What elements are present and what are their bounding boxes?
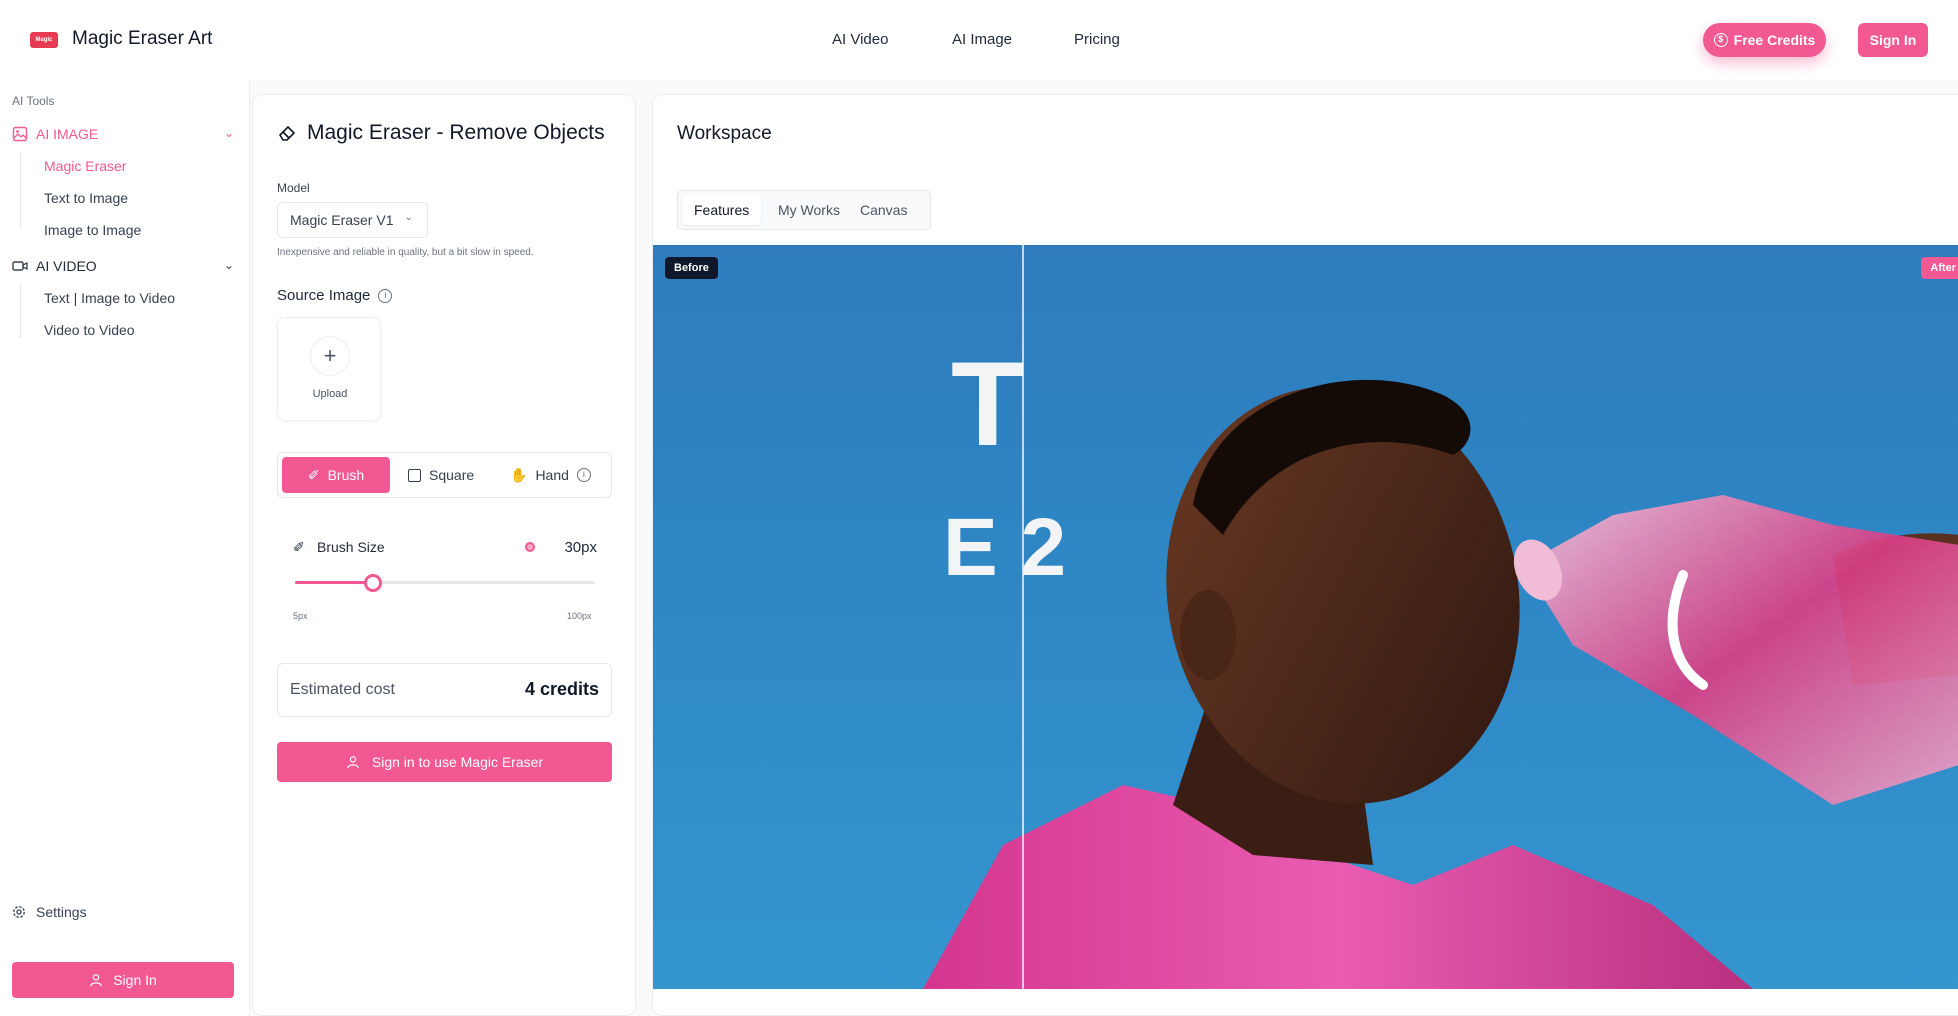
sidebar-item-image-to-image[interactable]: Image to Image [44,222,141,238]
image-icon [12,126,28,142]
square-tool-button[interactable]: Square [408,457,474,493]
comparison-divider[interactable] [1022,245,1024,989]
sign-in-to-use-button[interactable]: Sign in to use Magic Eraser [277,742,612,782]
nav-pricing[interactable]: Pricing [1074,31,1120,48]
tab-my-works[interactable]: My Works [766,195,852,225]
coin-icon: $ [1713,33,1728,47]
user-icon [347,756,359,769]
source-image-label: Source Image i [277,287,393,304]
upload-label: Upload [312,388,348,400]
overlay-letters: E 2 [943,502,1066,593]
brush-size-value: 30px [564,539,597,556]
user-icon [90,974,103,987]
model-hint: Inexpensive and reliable in quality, but… [277,247,534,258]
sidebar-section-label: AI Tools [12,94,55,108]
brand-name[interactable]: Magic Eraser Art [72,28,212,50]
slider-fill [295,581,373,584]
model-select-value: Magic Eraser V1 [290,212,394,228]
sign-in-label: Sign In [113,972,157,988]
tree-line [20,284,21,338]
brush-size-icon: ✐ [293,539,305,555]
overlay-letter: T [951,337,1024,471]
chevron-down-icon[interactable]: ⌄ [224,126,234,140]
upload-dropzone[interactable]: + Upload [277,317,381,421]
sidebar-item-video-to-video[interactable]: Video to Video [44,322,135,338]
slider-handle[interactable] [364,574,382,592]
workspace-panel: Workspace Features My Works Canvas T E 2… [652,94,1958,1016]
brush-min-label: 5px [293,611,308,621]
before-badge: Before [665,257,718,279]
tab-features[interactable]: Features [682,195,762,225]
hand-icon: ✋ [510,466,528,483]
chevron-down-icon: ⌄ [404,212,413,223]
sidebar-group-ai-image[interactable]: AI IMAGE ⌄ [12,122,234,146]
eraser-icon [279,126,295,141]
info-icon[interactable]: i [378,288,393,303]
tree-line [20,152,21,228]
brush-size-slider[interactable] [295,581,595,584]
free-credits-button[interactable]: $ Free Credits [1703,23,1826,57]
brush-size-label: Brush Size [317,539,385,555]
settings-label: Settings [36,904,87,920]
sidebar: AI Tools AI IMAGE ⌄ Magic Eraser Text to… [0,80,250,1016]
video-icon [12,261,28,271]
estimated-cost-value: 4 credits [524,679,599,699]
brush-preview-dot [525,542,535,552]
after-badge: After [1921,257,1958,279]
sidebar-sign-in-button[interactable]: Sign In [12,962,234,998]
nav-ai-video[interactable]: AI Video [832,31,888,48]
sidebar-group-label: AI VIDEO [36,258,97,274]
plus-icon: + [310,336,350,376]
tab-canvas[interactable]: Canvas [848,195,919,225]
brush-tool-button[interactable]: ✐ Brush [282,457,390,493]
logo-icon[interactable]: Magic [30,32,58,48]
settings-link[interactable]: Settings [12,904,87,920]
nav-ai-image[interactable]: AI Image [952,31,1012,48]
model-label: Model [277,181,310,195]
panel-title-text: Magic Eraser - Remove Objects [307,121,605,144]
sign-in-button[interactable]: Sign In [1858,23,1928,57]
sidebar-group-label: AI IMAGE [36,126,99,142]
comparison-image: T E 2 [923,337,1958,989]
info-icon[interactable]: i [576,468,591,482]
brush-max-label: 100px [567,611,592,621]
tool-selector: ✐ Brush Square ✋ Hand i [277,452,612,498]
square-tool-label: Square [429,467,475,483]
brush-tool-label: Brush [327,467,365,483]
estimated-cost-label: Estimated cost [290,681,395,698]
gear-icon [13,906,25,918]
tool-panel: Magic Eraser - Remove Objects Model Magi… [252,94,636,1016]
hand-tool-button[interactable]: ✋ Hand i [510,457,591,493]
brush-icon: ✐ [307,466,320,483]
source-image-text: Source Image [277,287,371,304]
workspace-title: Workspace [677,123,772,144]
before-after-canvas[interactable]: T E 2 Before After [653,245,1958,989]
panel-title: Magic Eraser - Remove Objects [277,121,605,145]
square-icon [408,468,421,482]
top-header: Magic Magic Eraser Art AI Video AI Image… [0,0,1958,80]
sidebar-item-text-to-image[interactable]: Text to Image [44,190,128,206]
cta-label: Sign in to use Magic Eraser [371,754,544,770]
chevron-down-icon[interactable]: ⌄ [224,258,234,272]
estimated-cost-box: Estimated cost 4 credits [277,663,612,717]
model-select[interactable]: Magic Eraser V1 ⌄ [277,202,428,238]
sidebar-item-text-image-to-video[interactable]: Text | Image to Video [44,290,175,306]
sidebar-group-ai-video[interactable]: AI VIDEO ⌄ [12,254,234,278]
free-credits-label: Free Credits [1733,32,1816,48]
sidebar-item-magic-eraser[interactable]: Magic Eraser [44,158,126,174]
workspace-tabs: Features My Works Canvas [677,190,931,230]
hand-tool-label: Hand [535,467,569,483]
